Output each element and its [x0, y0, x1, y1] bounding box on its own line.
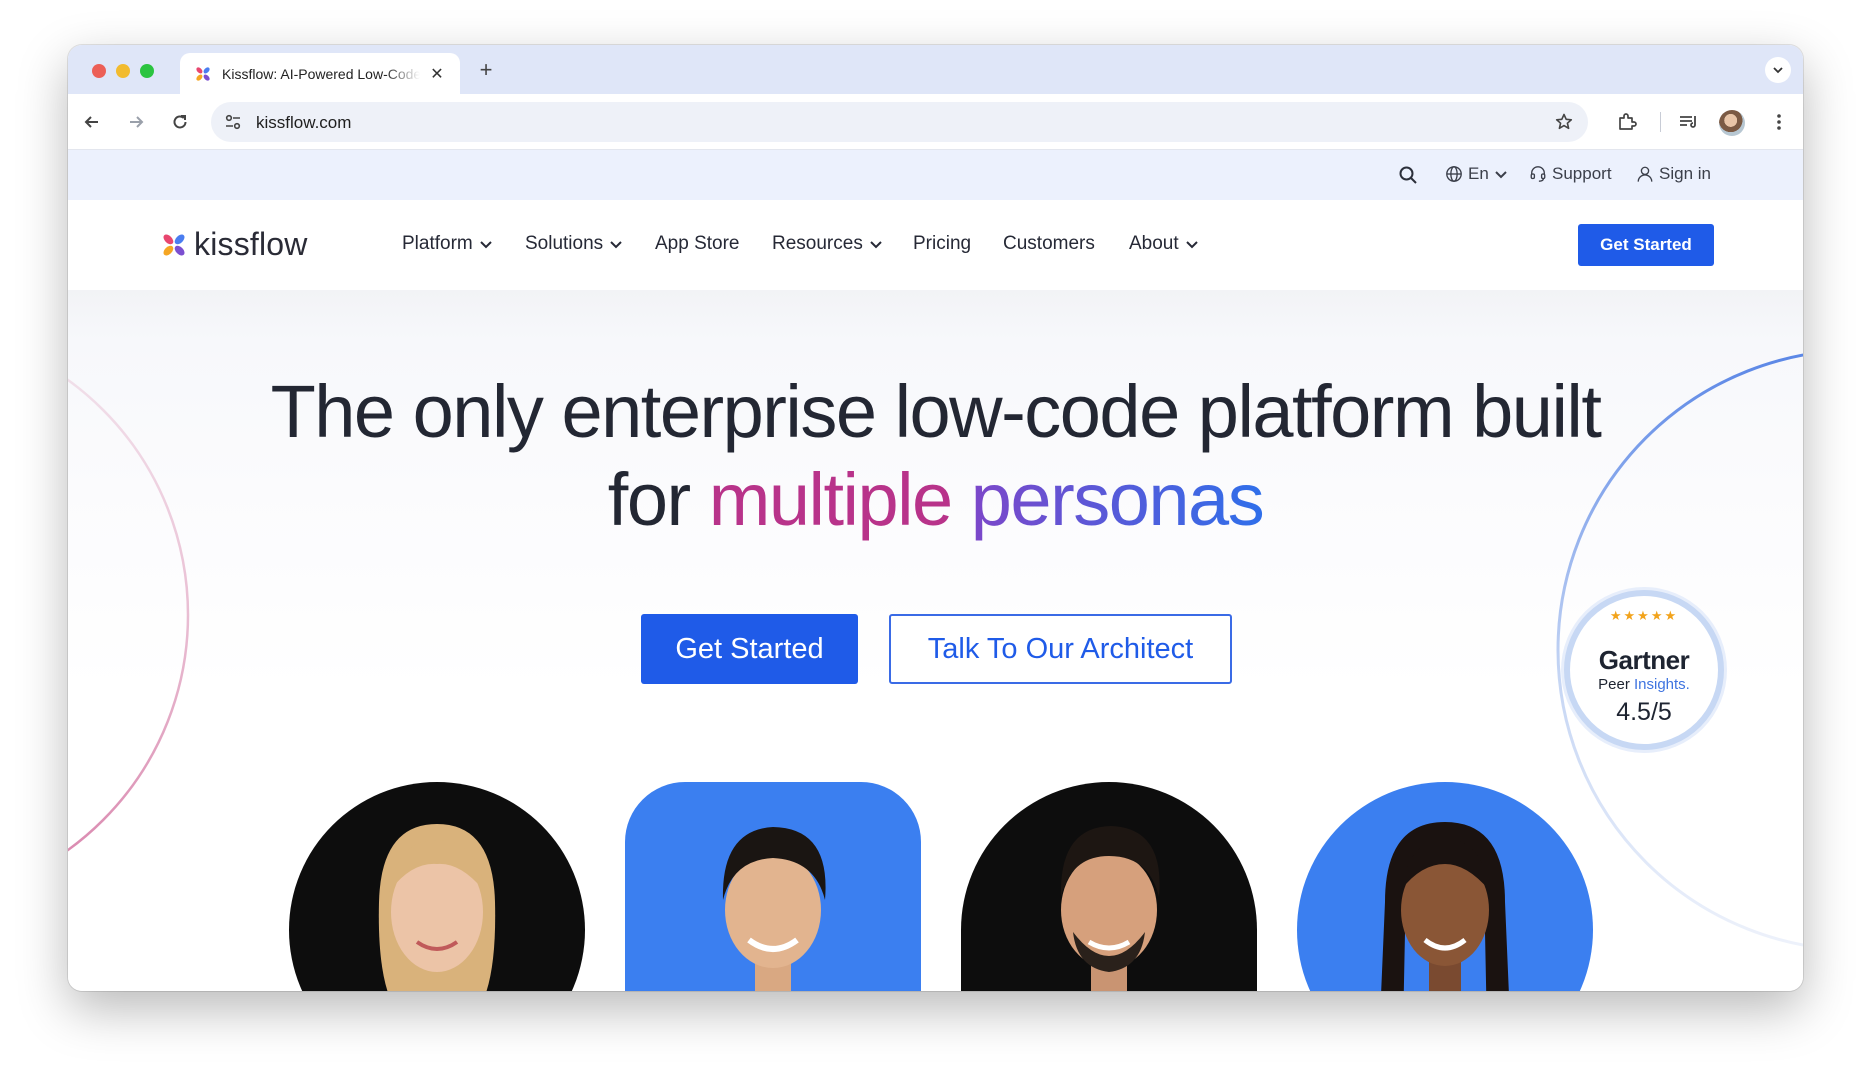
support-link[interactable]: Support [1529, 164, 1612, 184]
chevron-down-icon [870, 241, 882, 249]
kissflow-logo-icon [163, 234, 185, 255]
hero-headline-line2: for multiple personas [68, 456, 1803, 544]
signin-link[interactable]: Sign in [1636, 164, 1711, 184]
hero-get-started-button[interactable]: Get Started [641, 614, 858, 684]
gartner-name: Gartner [1598, 645, 1690, 675]
active-tab[interactable]: Kissflow: AI-Powered Low-Code ✕ [180, 53, 460, 94]
headset-icon [1530, 166, 1546, 182]
gartner-score: 4.5/5 [1616, 698, 1672, 726]
tab-strip: Kissflow: AI-Powered Low-Code ✕ + [68, 45, 1803, 94]
nav-item-solutions[interactable]: Solutions [525, 233, 623, 255]
maximize-window-button[interactable] [140, 64, 154, 78]
bookmark-star-icon[interactable] [1552, 110, 1576, 134]
nav-item-resources[interactable]: Resources [772, 233, 883, 255]
forward-button[interactable] [122, 108, 150, 136]
extensions-icon [1619, 113, 1637, 130]
gartner-peer: Peer [1598, 676, 1630, 693]
kissflow-logo[interactable]: kissflow [160, 226, 308, 263]
nav-item-pricing[interactable]: Pricing [913, 233, 971, 255]
tab-search-button[interactable] [1765, 57, 1791, 83]
hero-headline-line1: The only enterprise low-code platform bu… [270, 370, 1602, 453]
support-label: Support [1552, 164, 1612, 183]
nav-item-label: About [1129, 233, 1179, 254]
new-tab-button[interactable]: + [473, 57, 499, 83]
search-icon [1399, 166, 1417, 184]
gartner-subtitle: Peer Insights. [1570, 676, 1718, 693]
back-button[interactable] [78, 108, 106, 136]
main-navigation: kissflow Platform Solutions App Store Re… [68, 200, 1803, 290]
reload-icon [173, 115, 187, 129]
nav-item-label: Platform [402, 233, 473, 254]
persona-image-2 [625, 782, 921, 991]
close-tab-icon[interactable]: ✕ [428, 64, 446, 84]
hero-headline-prefix: for [607, 458, 691, 541]
chevron-down-icon [480, 241, 492, 249]
nav-item-platform[interactable]: Platform [402, 233, 493, 255]
globe-icon [1446, 166, 1462, 182]
nav-item-label: Pricing [913, 233, 972, 254]
reload-button[interactable] [166, 108, 194, 136]
gartner-badge[interactable]: ★★★★★ Gartner Peer Insights. 4.5/5 [1564, 590, 1724, 750]
utility-bar: En Support Sign in [68, 150, 1803, 200]
browser-menu-button[interactable] [1765, 108, 1793, 136]
hero-section: The only enterprise low-code platform bu… [68, 290, 1803, 991]
chevron-down-icon [1773, 67, 1783, 74]
nav-item-label: Resources [772, 233, 863, 254]
reading-list-icon [1680, 116, 1696, 128]
address-bar[interactable]: kissflow.com [211, 102, 1588, 142]
kissflow-favicon-icon [196, 66, 210, 81]
nav-item-about[interactable]: About [1129, 233, 1199, 255]
kebab-menu-icon [1777, 114, 1781, 130]
chevron-down-icon [1185, 241, 1198, 249]
gartner-insights: Insights. [1633, 676, 1690, 693]
nav-item-app-store[interactable]: App Store [655, 233, 740, 255]
language-label: En [1468, 164, 1489, 183]
gartner-stars-icon: ★★★★★ [1609, 608, 1679, 623]
arrow-right-icon [130, 116, 144, 128]
hero-highlight-multiple: multiple [708, 458, 954, 541]
user-icon [1637, 166, 1653, 182]
minimize-window-button[interactable] [116, 64, 130, 78]
search-button[interactable] [1398, 165, 1423, 185]
chevron-down-icon [610, 241, 622, 249]
nav-get-started-button[interactable]: Get Started [1578, 224, 1714, 266]
chevron-down-icon [1495, 171, 1507, 179]
browser-toolbar: kissflow.com [68, 94, 1803, 150]
hero-headline: The only enterprise low-code platform bu… [68, 368, 1803, 544]
nav-item-label: Solutions [525, 233, 604, 254]
nav-item-label: App Store [655, 233, 740, 254]
url-text[interactable]: kissflow.com [256, 113, 351, 133]
nav-item-customers[interactable]: Customers [1003, 233, 1095, 255]
arrow-left-icon [84, 116, 98, 128]
close-window-button[interactable] [92, 64, 106, 78]
extensions-button[interactable] [1613, 108, 1641, 136]
nav-item-label: Customers [1003, 233, 1095, 254]
logo-wordmark: kissflow [194, 226, 308, 262]
tab-title: Kissflow: AI-Powered Low-Code [222, 65, 420, 82]
browser-window: Kissflow: AI-Powered Low-Code ✕ + kissfl… [68, 45, 1803, 991]
toolbar-separator [1660, 112, 1661, 132]
profile-avatar[interactable] [1719, 110, 1745, 136]
reading-list-button[interactable] [1674, 108, 1702, 136]
site-settings-icon[interactable] [221, 110, 245, 134]
hero-highlight-personas: personas [970, 458, 1265, 541]
signin-label: Sign in [1659, 164, 1711, 183]
language-selector[interactable]: En [1445, 164, 1513, 184]
talk-to-architect-button[interactable]: Talk To Our Architect [889, 614, 1232, 684]
